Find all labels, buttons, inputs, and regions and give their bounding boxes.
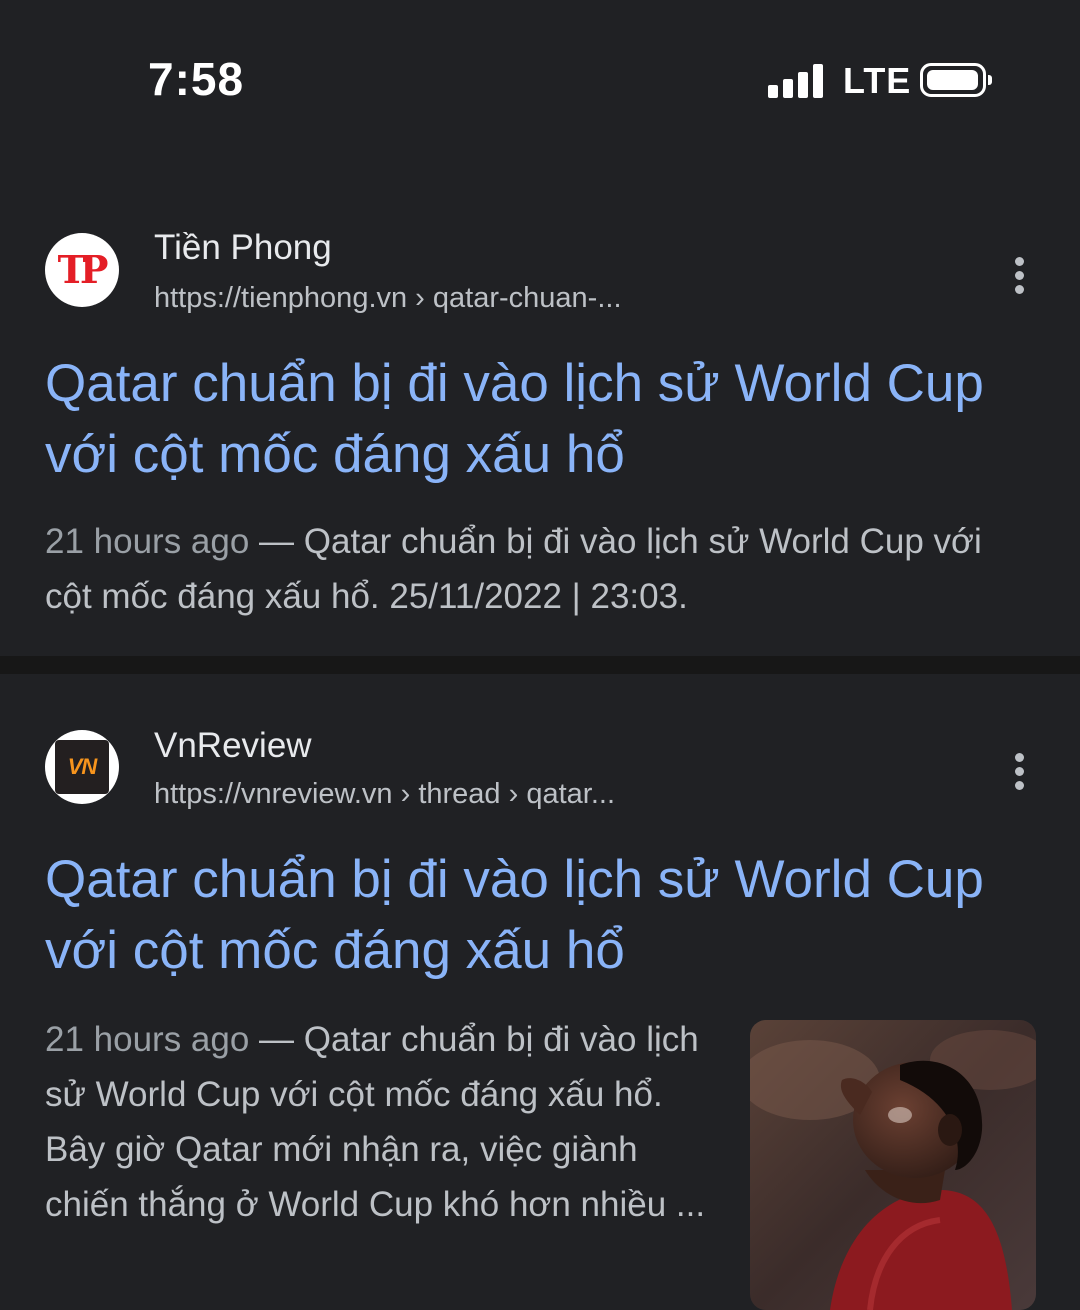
battery-icon: [920, 63, 992, 97]
site-favicon-tienphong[interactable]: TP: [45, 233, 119, 307]
site-name[interactable]: VnReview: [154, 726, 312, 766]
site-name[interactable]: Tiền Phong: [154, 228, 332, 268]
result-thumbnail-image[interactable]: [750, 1020, 1036, 1310]
vnreview-logo-text: VN: [67, 754, 98, 779]
player-photo: [750, 1020, 1036, 1310]
signal-icon: [768, 64, 824, 98]
site-url[interactable]: https://tienphong.vn › qatar-chuan-...: [154, 282, 622, 315]
site-url[interactable]: https://vnreview.vn › thread › qatar...: [154, 778, 615, 811]
result-title-link[interactable]: Qatar chuẩn bị đi vào lịch sử World Cup …: [45, 348, 1045, 490]
result-snippet: 21 hours ago — Qatar chuẩn bị đi vào lịc…: [45, 514, 1035, 624]
tienphong-logo-text: TP: [57, 247, 109, 292]
result-title-link[interactable]: Qatar chuẩn bị đi vào lịch sử World Cup …: [45, 844, 1045, 986]
status-bar: 7:58 LTE: [0, 0, 1080, 160]
result-snippet: 21 hours ago — Qatar chuẩn bị đi vào lịc…: [45, 1012, 725, 1232]
network-type-label: LTE: [843, 60, 912, 101]
results-divider: [0, 656, 1080, 674]
result-date: 21 hours ago: [45, 1020, 250, 1059]
search-result-card: VN VnReview https://vnreview.vn › thread…: [0, 674, 1080, 1310]
search-result-card: TP Tiền Phong https://tienphong.vn › qat…: [0, 180, 1080, 656]
result-date: 21 hours ago: [45, 522, 250, 561]
more-options-icon[interactable]: [1000, 749, 1040, 795]
status-time: 7:58: [148, 53, 245, 105]
more-options-icon[interactable]: [1000, 253, 1040, 299]
site-favicon-vnreview[interactable]: VN: [45, 730, 119, 804]
